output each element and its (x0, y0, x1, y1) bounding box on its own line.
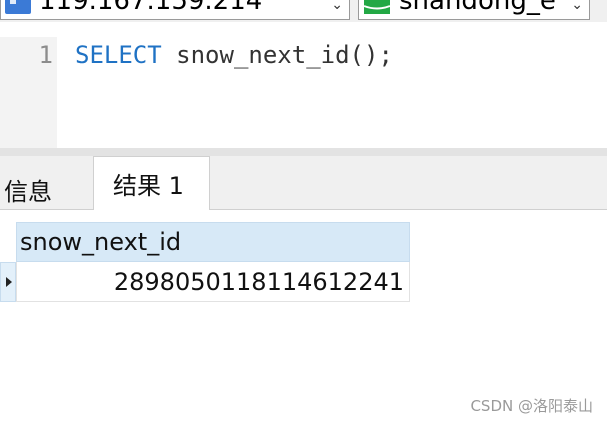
watermark: CSDN @洛阳泰山 (470, 397, 593, 415)
line-gutter: 1 (0, 37, 57, 148)
pane-splitter[interactable] (0, 148, 607, 156)
connection-icon (5, 0, 31, 18)
database-select[interactable]: shandong_e ⌄ (358, 0, 590, 20)
chevron-down-icon[interactable]: ⌄ (571, 0, 583, 13)
current-row-icon (6, 277, 12, 287)
connection-select[interactable]: 119.167.159.214 ⌄ (0, 0, 350, 20)
chevron-down-icon[interactable]: ⌄ (331, 0, 343, 13)
sql-expression: snow_next_id(); (161, 41, 393, 69)
column-header-snow-next-id[interactable]: snow_next_id (16, 222, 410, 262)
sql-editor[interactable]: 1 SELECT snow_next_id(); (0, 37, 607, 148)
sql-keyword: SELECT (75, 41, 162, 69)
line-number: 1 (38, 41, 53, 69)
row-selector[interactable] (0, 262, 16, 302)
tab-info[interactable]: 信息 (4, 172, 52, 207)
database-value: shandong_e (399, 0, 556, 16)
toolbar: 119.167.159.214 ⌄ shandong_e ⌄ (0, 0, 607, 22)
sql-code-line[interactable]: SELECT snow_next_id(); (75, 41, 393, 69)
connection-value: 119.167.159.214 (39, 0, 263, 16)
row-header-corner (0, 224, 16, 262)
result-tabs: 信息 结果 1 (0, 156, 607, 210)
table-cell[interactable]: 2898050118114612241 (16, 262, 410, 302)
tab-result-1[interactable]: 结果 1 (93, 156, 210, 210)
database-icon (363, 0, 391, 19)
